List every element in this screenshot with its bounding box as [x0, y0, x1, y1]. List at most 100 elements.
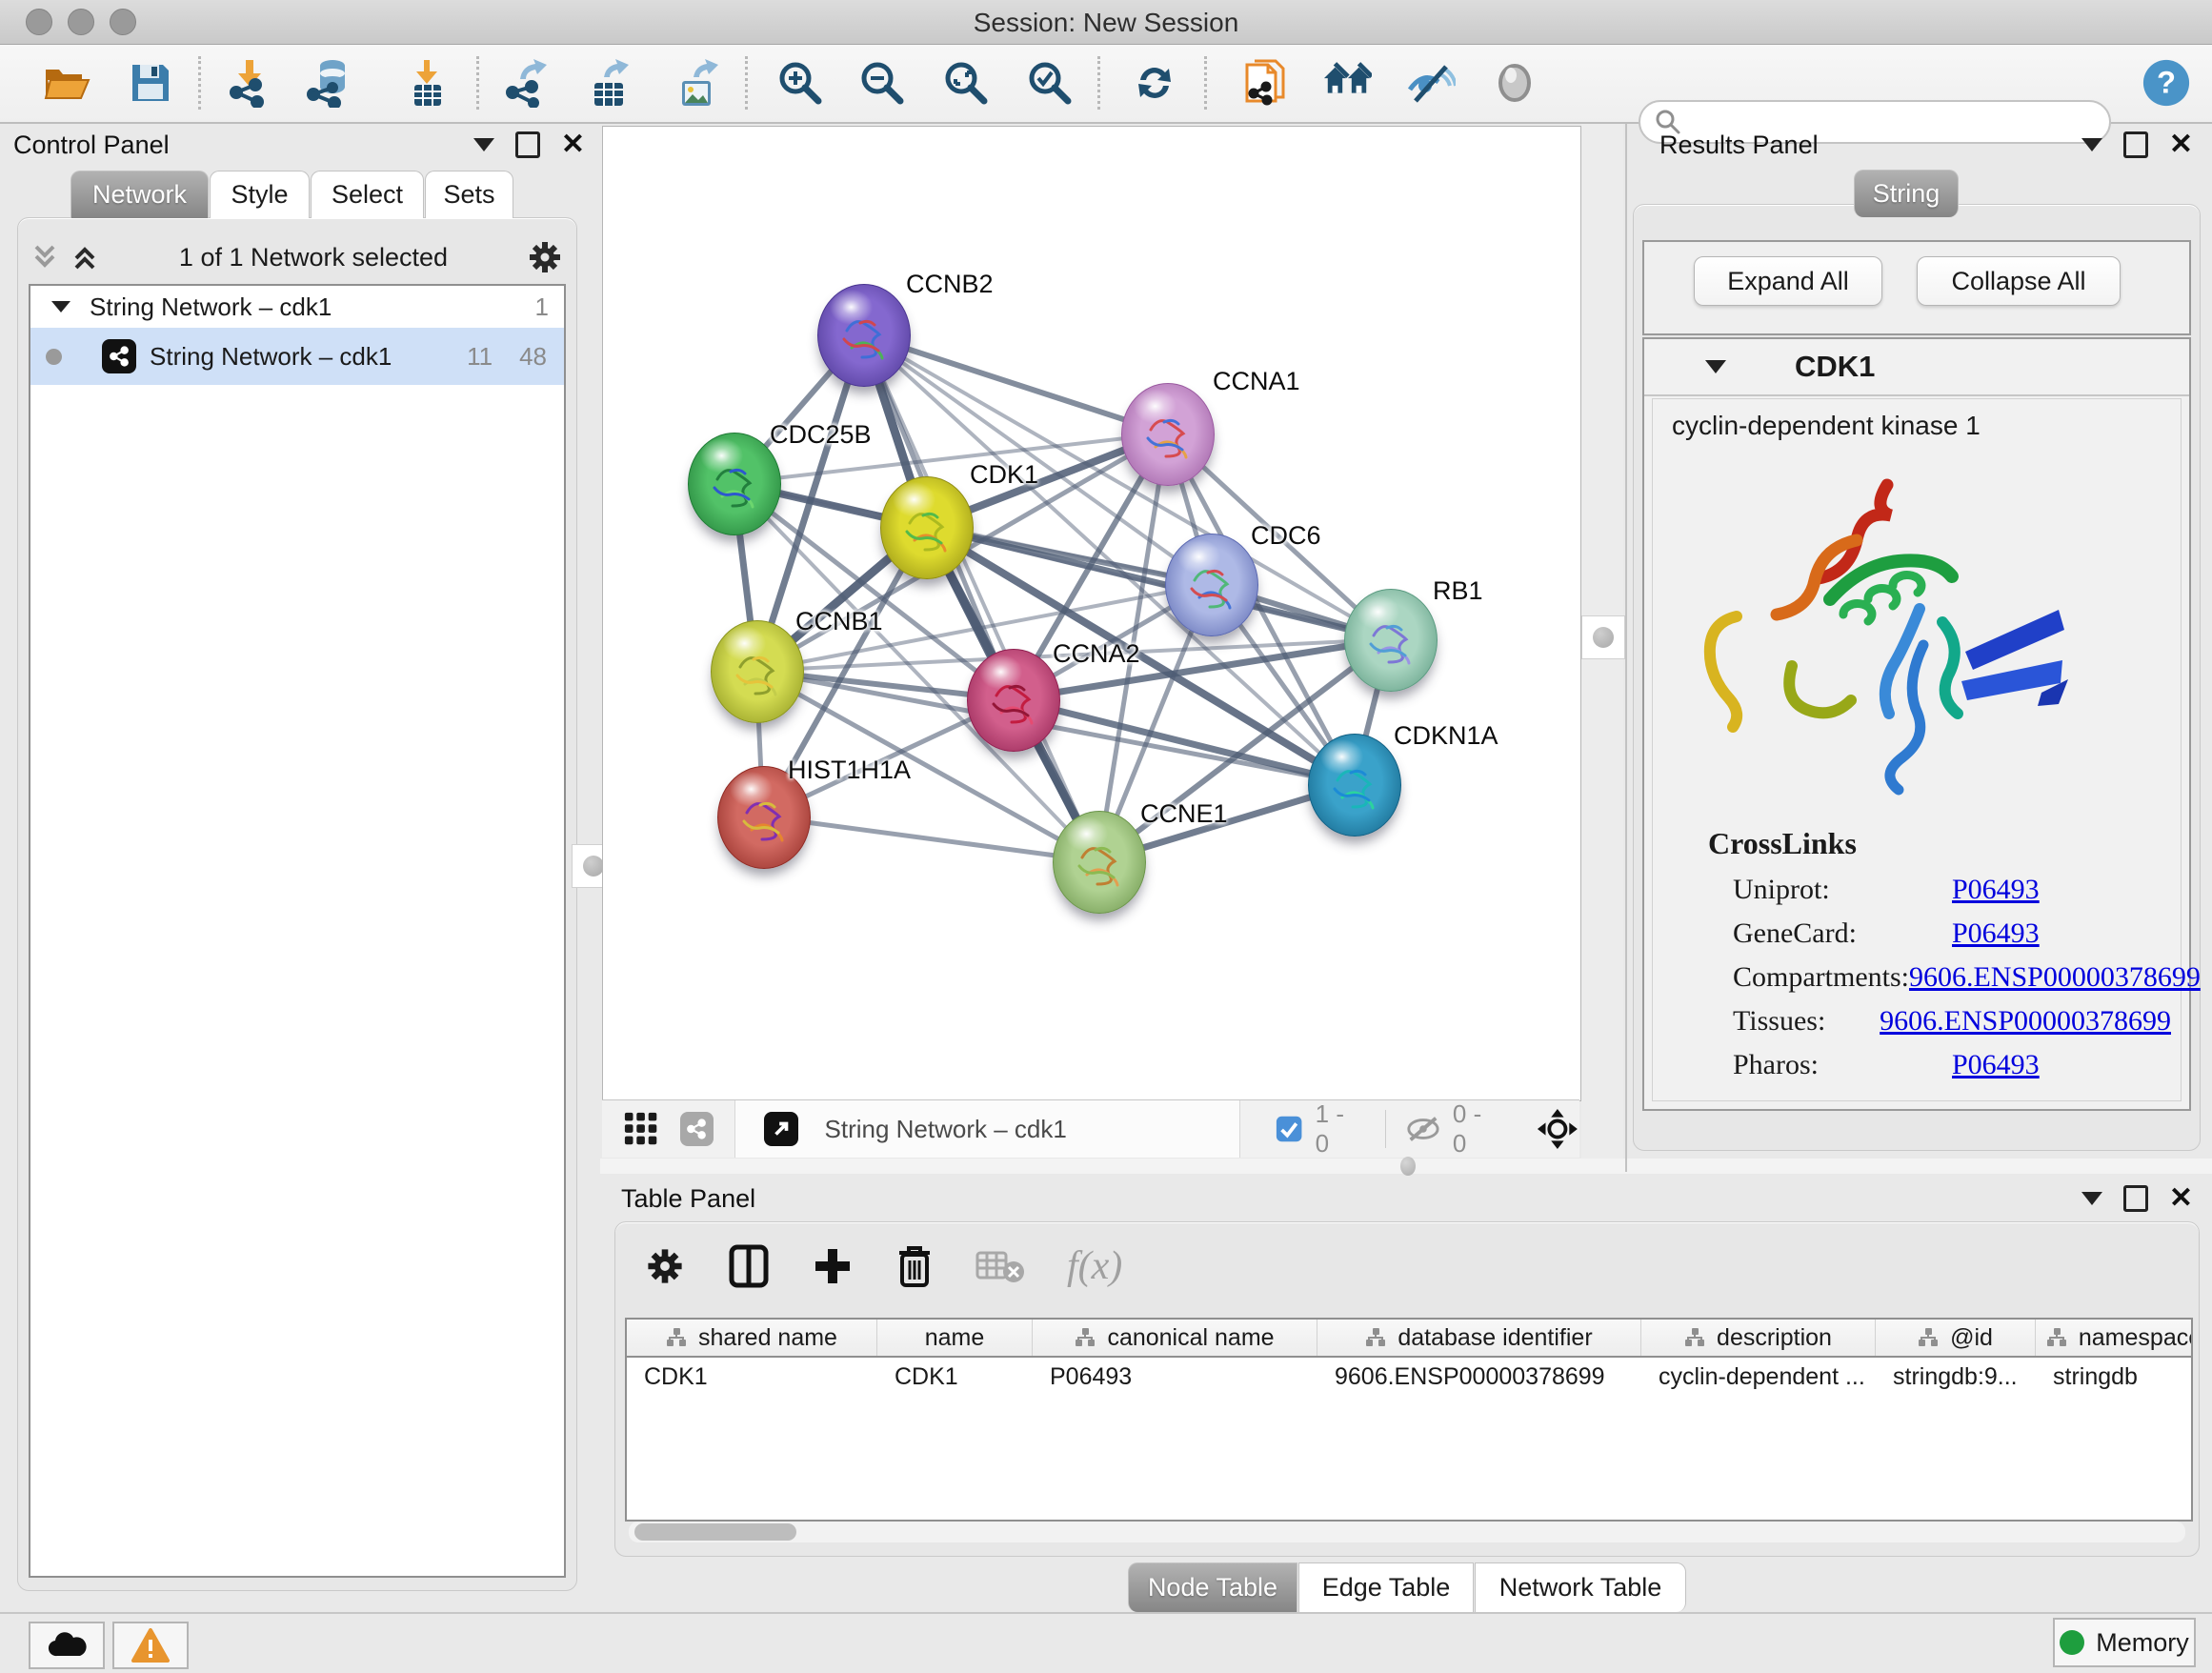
tab-string[interactable]: String	[1854, 170, 1959, 217]
network-node-CDC6[interactable]	[1165, 534, 1258, 636]
network-edge-CCNE1-HIST1H1A[interactable]	[763, 816, 1098, 861]
table-cell[interactable]: P06493	[1033, 1358, 1317, 1396]
network-node-CCNA1[interactable]	[1121, 383, 1215, 486]
collapse-all-button[interactable]: Collapse All	[1917, 256, 2121, 306]
expand-all-icon[interactable]	[69, 241, 101, 273]
cloud-status-button[interactable]	[29, 1622, 105, 1669]
network-collection-row[interactable]: String Network – cdk1 1	[30, 286, 564, 328]
table-horizontal-scrollbar[interactable]	[629, 1522, 2185, 1542]
node-label-CCNA1: CCNA1	[1213, 367, 1300, 396]
open-session-button[interactable]	[42, 58, 91, 108]
table-cell[interactable]: stringdb	[2036, 1358, 2193, 1396]
tab-select[interactable]: Select	[311, 171, 424, 218]
string-document-icon	[1241, 57, 1289, 109]
node-label-CCNE1: CCNE1	[1140, 799, 1228, 829]
network-node-CCNA2[interactable]	[967, 649, 1060, 752]
table-options-gear-icon[interactable]	[644, 1245, 686, 1287]
import-network-database-button[interactable]	[305, 58, 354, 108]
gene-expander-icon[interactable]	[1705, 360, 1726, 373]
horizontal-splitter-handle[interactable]	[1400, 1157, 1416, 1176]
table-row[interactable]: CDK1CDK1P064939606.ENSP00000378699cyclin…	[627, 1358, 2191, 1396]
import-table-file-button[interactable]	[402, 58, 452, 108]
memory-status-button[interactable]: Memory	[2053, 1618, 2196, 1667]
column-header-name[interactable]: name	[877, 1320, 1033, 1356]
network-node-CDK1[interactable]	[880, 476, 974, 579]
control-panel-float-icon[interactable]	[515, 131, 540, 158]
crosslink-value-link[interactable]: P06493	[1952, 917, 2040, 950]
network-view-share-icon[interactable]	[680, 1112, 713, 1146]
right-splitter-handle[interactable]	[1581, 615, 1625, 659]
create-column-plus-icon[interactable]	[812, 1245, 854, 1287]
table-panel-float-icon[interactable]	[2123, 1185, 2148, 1212]
zoom-selected-button[interactable]	[1025, 58, 1075, 108]
collapse-all-icon[interactable]	[29, 241, 61, 273]
table-cell[interactable]: CDK1	[877, 1358, 1033, 1396]
table-cell[interactable]: cyclin-dependent ...	[1641, 1358, 1876, 1396]
table-panel-close-icon[interactable]: ✕	[2169, 1188, 2193, 1209]
column-header-shared-name[interactable]: shared name	[627, 1320, 877, 1356]
delete-column-trash-icon[interactable]	[895, 1243, 934, 1289]
network-node-RB1[interactable]	[1344, 589, 1438, 692]
zoom-fit-button[interactable]	[941, 58, 991, 108]
memory-status-dot	[2060, 1630, 2084, 1655]
tab-network-table[interactable]: Network Table	[1475, 1562, 1686, 1612]
control-panel-close-icon[interactable]: ✕	[561, 134, 585, 155]
table-cell[interactable]: CDK1	[627, 1358, 877, 1396]
results-panel-float-icon[interactable]	[2123, 131, 2148, 158]
help-button[interactable]: ?	[2142, 58, 2191, 108]
show-columns-icon[interactable]	[728, 1243, 770, 1289]
hide-results-button[interactable]	[1406, 58, 1456, 108]
column-header-database-identifier[interactable]: database identifier	[1317, 1320, 1641, 1356]
crosslink-value-link[interactable]: P06493	[1952, 874, 2040, 906]
zoom-in-button[interactable]	[775, 58, 825, 108]
table-cell[interactable]: 9606.ENSP00000378699	[1317, 1358, 1641, 1396]
grid-view-icon[interactable]	[623, 1110, 659, 1148]
column-header-canonical-name[interactable]: canonical name	[1033, 1320, 1317, 1356]
show-panel-button[interactable]	[1490, 58, 1539, 108]
crosslink-value-link[interactable]: 9606.ENSP00000378699	[1909, 961, 2201, 994]
string-protein-query-button[interactable]	[1240, 58, 1290, 108]
export-image-button[interactable]	[673, 58, 722, 108]
tab-network[interactable]: Network	[70, 171, 209, 218]
column-header-description[interactable]: description	[1641, 1320, 1876, 1356]
export-network-button[interactable]	[501, 58, 551, 108]
network-options-gear-icon[interactable]	[526, 238, 564, 276]
control-panel-collapse-icon[interactable]	[473, 138, 494, 151]
network-node-CCNB2[interactable]	[817, 284, 911, 387]
selected-checkbox-icon[interactable]	[1275, 1114, 1303, 1144]
results-panel-collapse-icon[interactable]	[2081, 138, 2102, 151]
save-session-button[interactable]	[126, 58, 175, 108]
zoom-out-button[interactable]	[857, 58, 907, 108]
results-panel-close-icon[interactable]: ✕	[2169, 134, 2193, 155]
hidden-eye-slash-icon[interactable]	[1405, 1114, 1441, 1144]
crosslink-value-link[interactable]: P06493	[1952, 1049, 2040, 1081]
table-cell[interactable]: stringdb:9...	[1876, 1358, 2036, 1396]
table-panel-collapse-icon[interactable]	[2081, 1192, 2102, 1205]
birds-eye-view-icon[interactable]	[1536, 1106, 1579, 1152]
column-header-namespace[interactable]: namespace	[2036, 1320, 2193, 1356]
string-home-button[interactable]	[1322, 58, 1372, 108]
network-node-CCNB1[interactable]	[711, 620, 804, 723]
column-namespace-icon	[1918, 1327, 1939, 1348]
network-node-CCNE1[interactable]	[1053, 811, 1146, 914]
network-view-canvas[interactable]: CCNB2CCNA1CDC25BCDK1CDC6RB1CCNB1CCNA2CDK…	[602, 126, 1581, 1101]
tab-edge-table[interactable]: Edge Table	[1298, 1562, 1474, 1612]
open-in-window-icon[interactable]	[764, 1112, 798, 1146]
refresh-network-button[interactable]	[1130, 58, 1179, 108]
scrollbar-thumb[interactable]	[634, 1523, 796, 1541]
network-node-CDKN1A[interactable]	[1308, 734, 1401, 836]
network-node-CDC25B[interactable]	[688, 433, 781, 535]
network-row-selected[interactable]: String Network – cdk1 11 48	[30, 328, 564, 385]
collection-expander-icon[interactable]	[51, 301, 70, 312]
import-network-file-button[interactable]	[225, 58, 274, 108]
crosslink-value-link[interactable]: 9606.ENSP00000378699	[1880, 1005, 2171, 1038]
tab-node-table[interactable]: Node Table	[1128, 1562, 1297, 1612]
gene-entry-header[interactable]: CDK1	[1644, 339, 2189, 396]
gene-description: cyclin-dependent kinase 1	[1653, 399, 2181, 441]
tab-style[interactable]: Style	[210, 171, 310, 218]
expand-all-button[interactable]: Expand All	[1694, 256, 1882, 306]
warning-status-button[interactable]	[112, 1622, 189, 1669]
column-header--id[interactable]: @id	[1876, 1320, 2036, 1356]
tab-sets[interactable]: Sets	[425, 171, 513, 218]
export-table-button[interactable]	[585, 58, 634, 108]
